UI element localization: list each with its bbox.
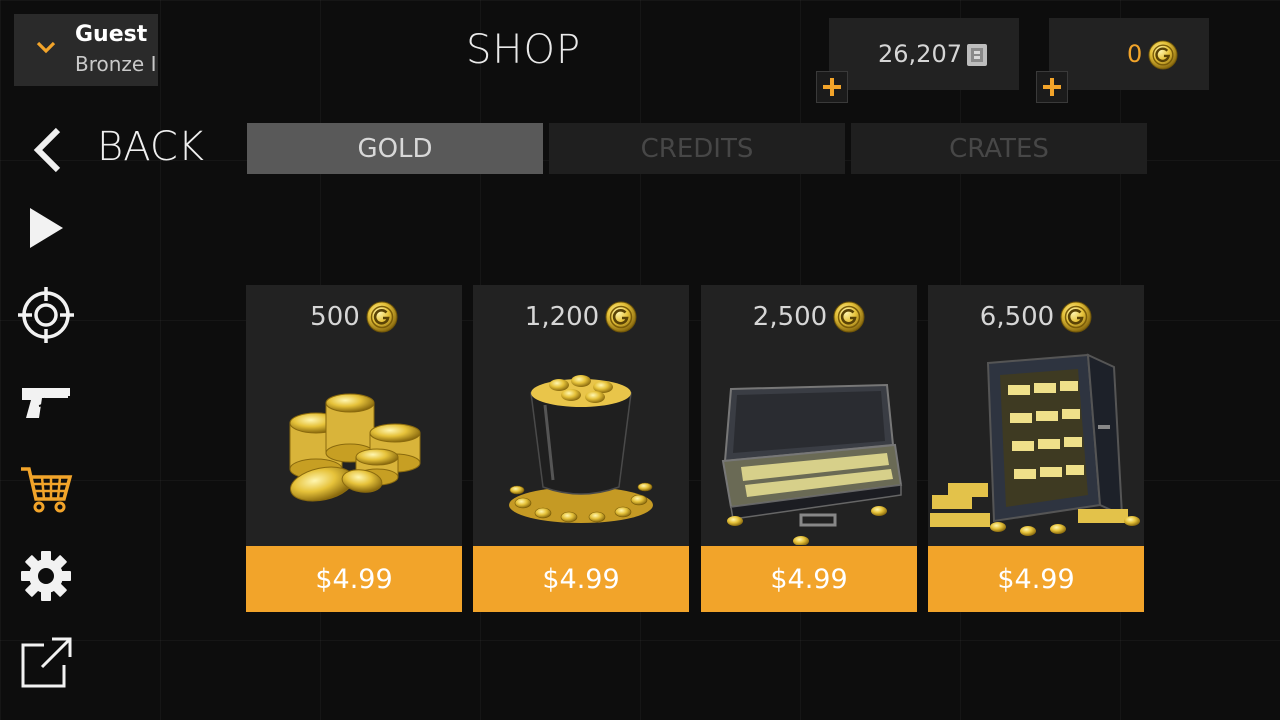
offer-amount-row: 6,500 xyxy=(928,299,1144,335)
coin-stacks-image xyxy=(289,393,421,502)
play-icon[interactable] xyxy=(18,200,74,256)
gold-coin-icon xyxy=(1060,301,1092,333)
gold-balance: 0 xyxy=(1036,18,1209,103)
gold-coin-icon xyxy=(605,301,637,333)
chevron-down-icon xyxy=(36,41,56,54)
offer-amount-row: 2,500 xyxy=(701,299,917,335)
vault-image xyxy=(930,353,1140,536)
gold-coin-icon xyxy=(1148,40,1178,70)
buy-button[interactable]: $4.99 xyxy=(246,546,462,612)
back-label: BACK xyxy=(97,124,205,170)
offer-amount: 2,500 xyxy=(752,302,828,332)
buy-button[interactable]: $4.99 xyxy=(928,546,1144,612)
offer-amount: 6,500 xyxy=(979,302,1055,332)
offer-card-6500[interactable]: 6,500 $4.99 xyxy=(928,285,1144,612)
coin-bucket-image xyxy=(509,375,653,523)
offer-card-1200[interactable]: 1,200 $4.99 xyxy=(473,285,689,612)
briefcase-image xyxy=(721,383,903,545)
gold-coin-icon xyxy=(833,301,865,333)
offer-amount: 1,200 xyxy=(524,302,600,332)
page-title: SHOP xyxy=(466,27,582,73)
buy-gold-button[interactable] xyxy=(1036,71,1068,103)
profile-panel[interactable]: Guest Bronze I xyxy=(14,14,158,86)
offer-amount-row: 500 xyxy=(246,299,462,335)
buy-button[interactable]: $4.99 xyxy=(701,546,917,612)
back-button[interactable]: BACK xyxy=(30,120,210,180)
offer-card-500[interactable]: 500 $4.99 xyxy=(246,285,462,612)
credits-balance: 26,207 xyxy=(816,18,1019,103)
buy-button[interactable]: $4.99 xyxy=(473,546,689,612)
chevron-left-icon xyxy=(33,127,61,173)
gear-icon[interactable] xyxy=(18,548,74,604)
credits-value: 26,207 xyxy=(878,40,962,68)
external-link-icon[interactable] xyxy=(18,635,74,691)
offer-amount-row: 1,200 xyxy=(473,299,689,335)
offer-amount: 500 xyxy=(310,302,360,332)
crosshair-icon[interactable] xyxy=(18,287,74,343)
tab-gold[interactable]: GOLD xyxy=(247,123,543,174)
buy-credits-button[interactable] xyxy=(816,71,848,103)
credits-icon xyxy=(967,44,987,66)
player-name: Guest xyxy=(75,22,148,47)
offer-card-2500[interactable]: 2,500 $4.99 xyxy=(701,285,917,612)
tab-crates[interactable]: CRATES xyxy=(851,123,1147,174)
pistol-icon[interactable] xyxy=(18,374,74,430)
plus-icon xyxy=(1043,78,1061,96)
gold-coin-icon xyxy=(366,301,398,333)
tab-credits[interactable]: CREDITS xyxy=(549,123,845,174)
gold-value: 0 xyxy=(1127,40,1143,68)
plus-icon xyxy=(823,78,841,96)
cart-icon[interactable] xyxy=(18,461,74,517)
player-rank: Bronze I xyxy=(75,52,157,76)
